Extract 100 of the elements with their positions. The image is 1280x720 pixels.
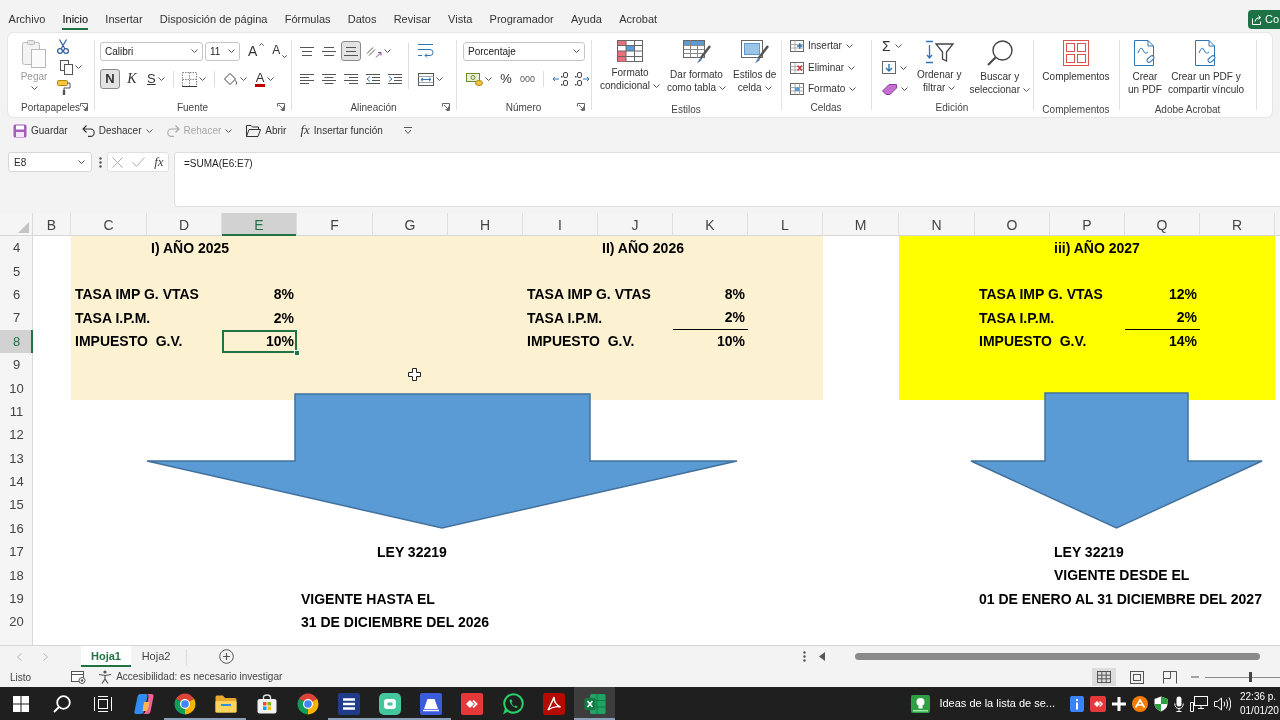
clear-button[interactable] bbox=[882, 81, 908, 97]
insert-function-button[interactable]: fx Insertar función bbox=[300, 123, 383, 138]
font-size-field[interactable]: 11 bbox=[205, 41, 240, 61]
menu-tab[interactable]: Insertar bbox=[96, 8, 152, 30]
row-header[interactable]: 9 bbox=[0, 352, 33, 377]
row-header[interactable]: 14 bbox=[0, 469, 33, 494]
news-widget[interactable]: Ideas de la lista de se... bbox=[911, 687, 1055, 720]
insert-function-button[interactable]: fx bbox=[154, 154, 164, 170]
shrink-font-button[interactable]: A bbox=[269, 41, 291, 61]
row-header[interactable]: 11 bbox=[0, 399, 33, 424]
font-family-field[interactable]: Calibri bbox=[100, 41, 203, 61]
align-right-icon[interactable] bbox=[344, 74, 358, 84]
dialog-launcher-icon[interactable] bbox=[277, 103, 285, 111]
conditional-format-button[interactable]: Formato condicional bbox=[598, 40, 663, 92]
formula-field[interactable]: =SUMA(E6:E7) bbox=[174, 152, 1280, 207]
menu-tab[interactable]: Ayuda bbox=[562, 8, 611, 30]
font-color-button[interactable]: A bbox=[251, 69, 278, 89]
thousands-button[interactable]: 000 bbox=[517, 69, 539, 89]
network-icon[interactable] bbox=[1190, 695, 1208, 712]
menu-tab[interactable]: Archivo bbox=[0, 8, 54, 30]
bold-button[interactable]: N bbox=[100, 69, 120, 89]
shield-icon[interactable] bbox=[1154, 695, 1168, 712]
speaker-icon[interactable] bbox=[1214, 696, 1231, 711]
app-badge-icon[interactable] bbox=[1090, 695, 1106, 712]
row-header[interactable]: 10 bbox=[0, 376, 33, 400]
dialog-launcher-icon[interactable] bbox=[80, 103, 88, 111]
scrollbar-thumb[interactable] bbox=[855, 653, 1260, 660]
clock-button[interactable]: 22:36 p. 01/01/20 bbox=[1240, 687, 1280, 720]
row-header[interactable]: 15 bbox=[0, 493, 33, 517]
insert-cells-button[interactable]: Insertar bbox=[790, 38, 853, 54]
create-pdf-button[interactable]: Crear un PDF bbox=[1126, 40, 1164, 96]
microphone-icon[interactable] bbox=[1174, 695, 1184, 712]
menu-tab[interactable]: Vista bbox=[439, 8, 481, 30]
row-header[interactable]: 5 bbox=[0, 259, 33, 283]
task-view-icon[interactable] bbox=[93, 695, 112, 712]
search-icon[interactable] bbox=[52, 694, 71, 713]
delete-cells-button[interactable]: Eliminar bbox=[790, 59, 856, 76]
row-header[interactable]: 17 bbox=[0, 540, 33, 564]
open-button[interactable]: Abrir bbox=[246, 124, 287, 137]
italic-button[interactable]: K bbox=[122, 69, 142, 89]
row-header[interactable]: 19 bbox=[0, 586, 33, 611]
row-header[interactable]: 12 bbox=[0, 423, 33, 447]
macro-record-icon[interactable] bbox=[71, 670, 87, 684]
underline-button[interactable]: S bbox=[144, 69, 168, 89]
customize-icon[interactable] bbox=[402, 126, 413, 135]
align-bottom-button[interactable] bbox=[341, 41, 361, 61]
save-button[interactable]: Guardar bbox=[13, 123, 68, 138]
percent-button[interactable]: % bbox=[497, 69, 515, 89]
row-header[interactable]: 16 bbox=[0, 516, 33, 541]
info-icon[interactable] bbox=[1070, 695, 1084, 712]
scissors-icon[interactable] bbox=[57, 39, 69, 54]
menu-tab[interactable]: Revisar bbox=[385, 8, 440, 30]
paintbrush-icon[interactable] bbox=[57, 80, 71, 95]
row-header[interactable]: 18 bbox=[0, 563, 33, 587]
create-share-pdf-button[interactable]: Crear un PDF y compartir vínculo bbox=[1165, 40, 1247, 96]
decrease-indent-icon[interactable] bbox=[366, 74, 380, 84]
scroll-left-icon[interactable] bbox=[819, 652, 825, 661]
normal-view-button[interactable] bbox=[1092, 668, 1116, 686]
column-header[interactable]: E bbox=[222, 213, 297, 236]
row-header[interactable]: 13 bbox=[0, 446, 33, 470]
windows-logo-icon[interactable] bbox=[12, 695, 29, 712]
row-header[interactable]: 7 bbox=[0, 306, 33, 330]
autosum-button[interactable]: Σ bbox=[882, 38, 902, 54]
increase-decimal-icon[interactable] bbox=[552, 72, 569, 86]
accessibility-button[interactable]: Accesibilidad: es necesario investigar bbox=[98, 670, 283, 684]
number-format-field[interactable]: Porcentaje bbox=[463, 41, 585, 61]
row-header[interactable]: 6 bbox=[0, 282, 33, 307]
format-as-table-button[interactable]: Dar formato como tabla bbox=[665, 40, 728, 94]
menu-tab[interactable]: Acrobat bbox=[610, 8, 666, 30]
row-header[interactable]: 4 bbox=[0, 236, 33, 260]
undo-button[interactable]: Deshacer bbox=[81, 124, 153, 137]
fill-handle-icon[interactable] bbox=[294, 349, 300, 356]
menu-tab[interactable]: Datos bbox=[339, 8, 386, 30]
wrap-text-icon[interactable] bbox=[418, 44, 434, 58]
row-header[interactable]: 20 bbox=[0, 610, 33, 634]
share-button[interactable]: Co bbox=[1248, 10, 1280, 29]
menu-tab[interactable]: Disposición de página bbox=[151, 8, 277, 30]
fill-button[interactable] bbox=[882, 59, 907, 76]
decrease-decimal-icon[interactable] bbox=[574, 72, 591, 86]
more-options-icon[interactable] bbox=[99, 157, 102, 168]
format-cells-button[interactable]: Formato bbox=[790, 81, 857, 97]
increase-indent-icon[interactable] bbox=[388, 74, 402, 84]
menu-tab[interactable]: Programador bbox=[480, 8, 563, 30]
menu-tab[interactable]: Fórmulas bbox=[276, 8, 340, 30]
cell-styles-button[interactable]: Estilos de celda bbox=[730, 40, 779, 94]
circle-logo-icon[interactable] bbox=[1132, 695, 1148, 712]
dialog-launcher-icon[interactable] bbox=[577, 103, 585, 111]
find-select-button[interactable]: Buscar y seleccionar bbox=[967, 40, 1032, 96]
add-ins-button[interactable]: Complementos bbox=[1040, 40, 1112, 83]
sort-filter-button[interactable]: Ordenar y filtrar bbox=[914, 40, 964, 94]
add-sheet-icon[interactable] bbox=[219, 649, 234, 664]
row-header[interactable]: 8 bbox=[0, 329, 33, 353]
align-left-icon[interactable] bbox=[300, 74, 314, 84]
sheet-tab[interactable]: Hoja1 bbox=[81, 646, 131, 667]
align-center-icon[interactable] bbox=[322, 74, 336, 84]
dialog-launcher-icon[interactable] bbox=[442, 103, 450, 111]
name-box[interactable]: E8 bbox=[8, 152, 92, 172]
slider-thumb[interactable] bbox=[1249, 672, 1252, 682]
more-options-icon[interactable] bbox=[803, 651, 806, 662]
plus-icon[interactable] bbox=[1112, 696, 1126, 711]
